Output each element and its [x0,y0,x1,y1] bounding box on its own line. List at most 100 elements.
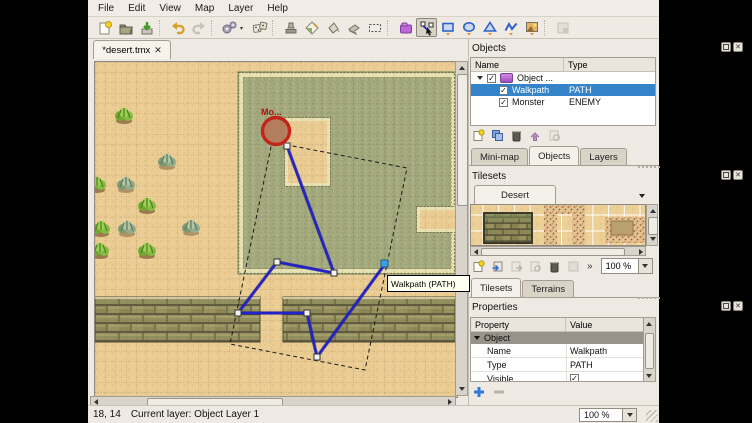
toolbar-overflow-icon[interactable]: » [587,261,593,272]
insert-polygon-icon[interactable] [479,18,500,37]
properties-buttons [473,386,505,398]
objects-toolbar [471,128,561,142]
dice-icon[interactable] [249,18,270,37]
dock-handle[interactable] [638,166,660,171]
tileset-hscrollbar[interactable] [470,246,646,256]
menu-edit[interactable]: Edit [128,3,145,14]
open-icon[interactable] [115,18,136,37]
add-property-icon[interactable] [473,386,485,398]
column-value[interactable]: Value [566,320,643,330]
menu-file[interactable]: File [98,3,114,14]
tab-desert-tileset[interactable]: Desert [474,185,556,204]
tab-objects[interactable]: Objects [529,146,579,165]
menu-help[interactable]: Help [267,3,288,14]
tab-label: *desert.tmx [102,45,150,56]
property-row-name[interactable]: Name Walkpath [471,344,644,358]
edit-polygons-icon[interactable] [416,18,437,37]
tab-desert-tmx[interactable]: *desert.tmx ✕ [93,40,171,59]
tab-minimap[interactable]: Mini-map [471,148,528,165]
column-property[interactable]: Property [471,318,566,331]
tiled-window: File Edit View Map Layer Help [88,0,659,423]
new-icon[interactable] [94,18,115,37]
scroll-right-icon[interactable] [639,249,643,255]
new-tileset-icon[interactable] [471,259,485,273]
float-panel-icon[interactable] [721,170,731,180]
props-vscrollbar[interactable] [643,331,655,381]
column-name[interactable]: Name [471,58,564,71]
random-mode-icon[interactable] [219,18,249,37]
column-type[interactable]: Type [564,60,588,70]
tileset-vscrollbar[interactable] [646,204,658,246]
monster-row[interactable]: Monster ENEMY [471,96,655,108]
redo-icon[interactable] [188,18,209,37]
object-visible-checkbox[interactable] [499,98,508,107]
resize-grip[interactable] [646,410,658,422]
dock-handle[interactable] [638,297,660,302]
scroll-down-icon[interactable] [650,237,656,241]
tileset-vscroll-thumb[interactable] [648,217,658,235]
zoom-combo[interactable]: 100 % [579,408,637,422]
float-panel-icon[interactable] [721,42,731,52]
highlight-current-layer-icon[interactable] [552,18,573,37]
scroll-down-icon[interactable] [646,374,652,378]
object-visible-checkbox[interactable] [499,86,508,95]
layer-visible-checkbox[interactable] [487,74,496,83]
property-row-visible[interactable]: Visible [471,372,644,382]
remove-object-icon[interactable] [509,128,523,142]
export-tileset-icon[interactable] [509,259,523,273]
raise-object-icon[interactable] [528,128,542,142]
map-canvas[interactable]: Mo... [95,62,455,395]
scroll-down-icon[interactable] [459,387,465,391]
close-panel-icon[interactable]: ✕ [733,42,743,52]
insert-rectangle-icon[interactable] [437,18,458,37]
canvas-vscrollbar[interactable] [455,61,468,396]
scroll-left-icon[interactable] [474,249,478,255]
expander-icon[interactable] [474,336,480,340]
terrain-brush-icon[interactable] [301,18,322,37]
scroll-up-icon[interactable] [459,66,465,70]
close-panel-icon[interactable]: ✕ [733,170,743,180]
tileset-zoom-combo[interactable]: 100 % [601,258,653,274]
object-name: Monster [512,97,569,107]
props-scroll-up[interactable] [643,318,655,331]
property-row-type[interactable]: Type PATH [471,358,644,372]
visible-checkbox[interactable] [570,374,579,382]
bucket-fill-icon[interactable] [322,18,343,37]
tab-terrains[interactable]: Terrains [522,280,574,297]
insert-tile-object-icon[interactable] [521,18,542,37]
insert-polyline-icon[interactable] [500,18,521,37]
edit-terrain-icon[interactable] [566,259,580,273]
goto-object-icon[interactable] [547,128,561,142]
insert-ellipse-icon[interactable] [458,18,479,37]
undo-icon[interactable] [167,18,188,37]
dock-tabbar-2: Tilesets Terrains [469,278,659,298]
tileset-hscroll-thumb[interactable] [481,248,625,256]
eraser-icon[interactable] [343,18,364,37]
select-objects-icon[interactable] [395,18,416,37]
menu-layer[interactable]: Layer [228,3,253,14]
scroll-up-icon[interactable] [650,209,656,213]
duplicate-object-icon[interactable] [490,128,504,142]
add-object-icon[interactable] [471,128,485,142]
remove-property-icon[interactable] [493,386,505,398]
tileset-view[interactable] [470,204,646,246]
close-panel-icon[interactable]: ✕ [733,301,743,311]
tab-layers[interactable]: Layers [580,148,627,165]
menu-map[interactable]: Map [195,3,214,14]
canvas-vscroll-thumb[interactable] [457,74,468,206]
tileset-menu-icon[interactable] [639,194,645,198]
walkpath-row[interactable]: Walkpath PATH [471,84,655,96]
import-tileset-icon[interactable] [490,259,504,273]
tab-tilesets[interactable]: Tilesets [471,278,521,297]
tileset-properties-icon[interactable] [528,259,542,273]
stamp-brush-icon[interactable] [280,18,301,37]
tab-close-icon[interactable]: ✕ [154,45,162,56]
float-panel-icon[interactable] [721,301,731,311]
expander-icon[interactable] [477,76,483,80]
property-group-object[interactable]: Object [471,332,644,344]
menu-view[interactable]: View [159,3,181,14]
object-layer-row[interactable]: Object ... [471,72,655,84]
rectangular-select-icon[interactable] [364,18,385,37]
save-icon[interactable] [136,18,157,37]
remove-tileset-icon[interactable] [547,259,561,273]
